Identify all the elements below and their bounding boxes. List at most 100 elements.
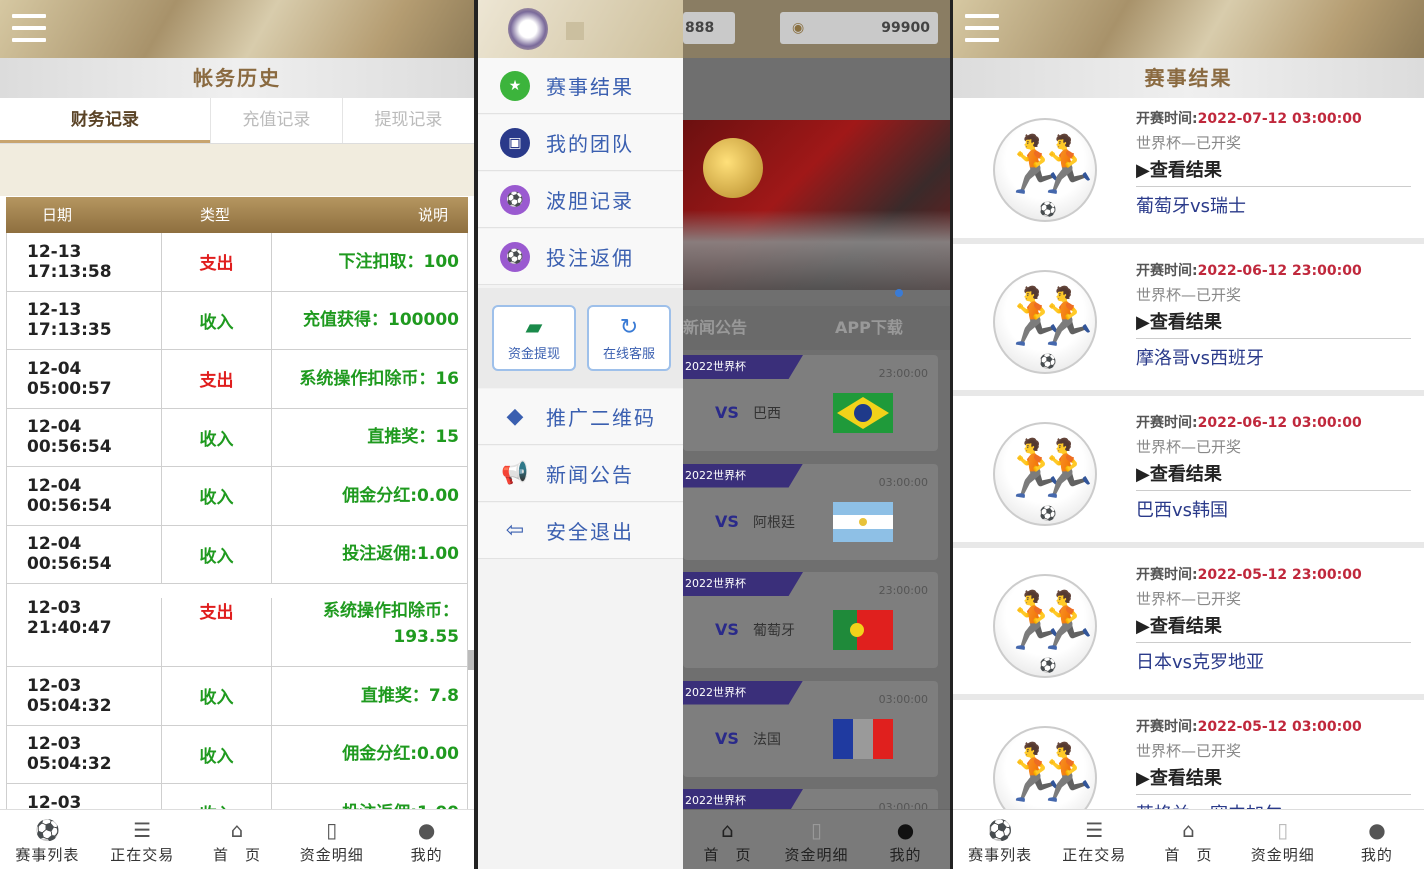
- nav-home[interactable]: ⌂ 首 页: [683, 810, 772, 869]
- qr-icon: ◆: [506, 404, 524, 429]
- tab-finance-records[interactable]: 财务记录: [0, 98, 210, 143]
- result-card[interactable]: 🏃 🏃 ⚽ 开赛时间:2022-06-12 03:00:00 世界杯—已开奖 ▶查看结果巴…: [953, 404, 1424, 548]
- result-status: 世界杯—已开奖: [1136, 742, 1242, 760]
- row-desc: 直推奖：15: [367, 427, 459, 448]
- home-icon: ⌂: [721, 818, 734, 842]
- header-bar: [0, 0, 474, 58]
- match-card[interactable]: 2022世界杯 03:00:00 VS 阿根廷: [683, 463, 938, 560]
- row-desc: 投注返佣:1.00: [342, 544, 459, 565]
- nav-home[interactable]: ⌂ 首 页: [190, 810, 285, 869]
- match-time: 23:00:00: [878, 584, 928, 597]
- soccer-ball-icon: ⚽: [1039, 354, 1057, 370]
- row-date: 12-04 00:56:54: [7, 467, 162, 525]
- row-type: 支出: [162, 598, 272, 666]
- row-date: 12-13 17:13:35: [7, 291, 162, 349]
- match-team: 巴西: [753, 406, 781, 422]
- football-icon: ⚽: [34, 818, 60, 842]
- result-card[interactable]: 🏃 🏃 ⚽ 开赛时间:2022-06-12 23:00:00 世界杯—已开奖 ▶查看结果摩…: [953, 252, 1424, 396]
- coin-icon: ◉: [792, 20, 805, 36]
- row-desc: 佣金分红:0.00: [342, 485, 459, 506]
- menu-logout[interactable]: ⇦ 安全退出: [478, 503, 683, 559]
- user-icon: ●: [896, 818, 915, 842]
- menu-news[interactable]: 📢 新闻公告: [478, 446, 683, 502]
- match-team: 法国: [753, 731, 781, 748]
- records-table: 12-13 17:13:58 支出 下注扣取：100 12-13 17:13:35 收入…: [6, 233, 468, 843]
- row-date: 12-03 21:40:47: [7, 598, 162, 666]
- result-card[interactable]: 🏃 🏃 ⚽ 开赛时间:2022-07-12 03:00:00 世界杯—已开奖 ▶查看结果葡…: [953, 100, 1424, 244]
- withdraw-button[interactable]: ▰ 资金提现: [492, 305, 576, 371]
- trophy-icon: [703, 138, 763, 198]
- list-icon: ☰: [133, 818, 152, 842]
- match-card[interactable]: 2022世界杯 03:00:00 VS 法国: [683, 680, 938, 777]
- table-row: 12-13 17:13:58 支出 下注扣取：100: [6, 233, 468, 292]
- tab-news[interactable]: 新闻公告: [683, 306, 747, 350]
- match-card[interactable]: 2022世界杯 23:00:00 VS 巴西: [683, 355, 938, 451]
- view-result-link[interactable]: ▶查看结果: [1136, 156, 1411, 187]
- support-button[interactable]: ↻ 在线客服: [587, 305, 671, 371]
- table-row: 12-04 05:00:57 支出 系统操作扣除币：16: [6, 350, 468, 409]
- result-status: 世界杯—已开奖: [1136, 438, 1242, 456]
- result-card[interactable]: 🏃 🏃 ⚽ 开赛时间:2022-05-12 23:00:00 世界杯—已开奖 ▶查看结果日…: [953, 556, 1424, 700]
- row-type: 收入: [162, 725, 272, 783]
- nav-mine[interactable]: ● 我的: [1330, 810, 1424, 869]
- drawer-header: [478, 0, 683, 58]
- nav-funds[interactable]: ▯ 资金明细: [1236, 810, 1330, 869]
- nav-funds[interactable]: ▯ 资金明细: [772, 810, 861, 869]
- nav-funds[interactable]: ▯ 资金明细: [284, 810, 379, 869]
- balance-pill-right: ◉ 99900: [780, 12, 938, 44]
- nav-match-list[interactable]: ⚽ 赛事列表: [0, 810, 95, 869]
- players-icon: 🏃🏃⚽: [993, 422, 1101, 526]
- menu-qr-code[interactable]: ◆ 推广二维码: [478, 389, 683, 445]
- players-icon: 🏃🏃⚽: [993, 118, 1101, 222]
- match-time: 03:00:00: [878, 692, 928, 706]
- nav-match-list[interactable]: ⚽ 赛事列表: [953, 810, 1047, 869]
- row-type: 支出: [162, 233, 272, 291]
- row-desc: 系统操作扣除币： 193.55: [323, 601, 459, 647]
- page-title: 赛事结果: [953, 58, 1424, 98]
- match-team: 葡萄牙: [753, 623, 795, 639]
- match-tag: 2022世界杯: [683, 463, 803, 488]
- players-icon: 🏃🏃⚽: [993, 270, 1101, 374]
- tab-withdraw-records[interactable]: 提现记录: [341, 98, 474, 143]
- menu-match-results[interactable]: ★ 赛事结果: [478, 58, 683, 114]
- row-desc: 充值获得：100000: [303, 310, 459, 331]
- view-result-link[interactable]: ▶查看结果: [1136, 460, 1411, 491]
- user-icon: ●: [1368, 818, 1386, 842]
- screenshot-root: 帐务历史 财务记录 充值记录 提现记录 日期 类型 说明 12-13 17:13…: [0, 0, 1424, 869]
- menu-bet-rebate[interactable]: ⚽ 投注返佣: [478, 229, 683, 285]
- match-tag: 2022世界杯: [683, 680, 803, 705]
- tab-recharge-records[interactable]: 充值记录: [209, 98, 342, 143]
- row-desc: 佣金分红:0.00: [342, 744, 459, 765]
- tab-app-download[interactable]: APP下载: [835, 306, 903, 350]
- menu-my-team[interactable]: ▣ 我的团队: [478, 115, 683, 171]
- table-row: 12-03 21:40:47 支出 系统操作扣除币： 193.55: [6, 584, 468, 667]
- nav-trading[interactable]: ☰ 正在交易: [95, 810, 190, 869]
- menu-icon[interactable]: [965, 14, 999, 44]
- result-teams: 摩洛哥vs西班牙: [1136, 348, 1265, 369]
- match-team: 阿根廷: [753, 514, 795, 531]
- table-row: 12-04 00:56:54 收入 直推奖：15: [6, 408, 468, 467]
- france-flag-icon: [833, 718, 893, 759]
- worldcup-banner[interactable]: [683, 120, 950, 290]
- menu-score-records[interactable]: ⚽ 波胆记录: [478, 172, 683, 228]
- row-type: 收入: [162, 408, 272, 466]
- table-row: 12-04 00:56:54 收入 投注返佣:1.00: [6, 525, 468, 584]
- nav-trading[interactable]: ☰ 正在交易: [1047, 810, 1141, 869]
- match-tag: 2022世界杯: [683, 572, 803, 596]
- row-date: 12-04 00:56:54: [7, 525, 162, 583]
- nav-mine[interactable]: ● 我的: [379, 810, 474, 869]
- match-card[interactable]: 2022世界杯 23:00:00 VS 葡萄牙: [683, 572, 938, 668]
- view-result-link[interactable]: ▶查看结果: [1136, 308, 1411, 339]
- nav-home[interactable]: ⌂ 首 页: [1141, 810, 1235, 869]
- document-icon: ▯: [1277, 818, 1289, 842]
- wallet-icon: ▰: [525, 315, 543, 340]
- menu-icon[interactable]: [12, 14, 46, 44]
- carousel-dot[interactable]: [895, 289, 903, 297]
- nav-mine[interactable]: ● 我的: [861, 810, 950, 869]
- view-result-link[interactable]: ▶查看结果: [1136, 612, 1411, 643]
- result-teams: 葡萄牙vs瑞士: [1136, 196, 1247, 217]
- players-icon: 🏃🏃⚽: [993, 574, 1101, 678]
- match-vs: VS: [715, 511, 739, 531]
- view-result-link[interactable]: ▶查看结果: [1136, 764, 1411, 795]
- header-bar: [953, 0, 1424, 58]
